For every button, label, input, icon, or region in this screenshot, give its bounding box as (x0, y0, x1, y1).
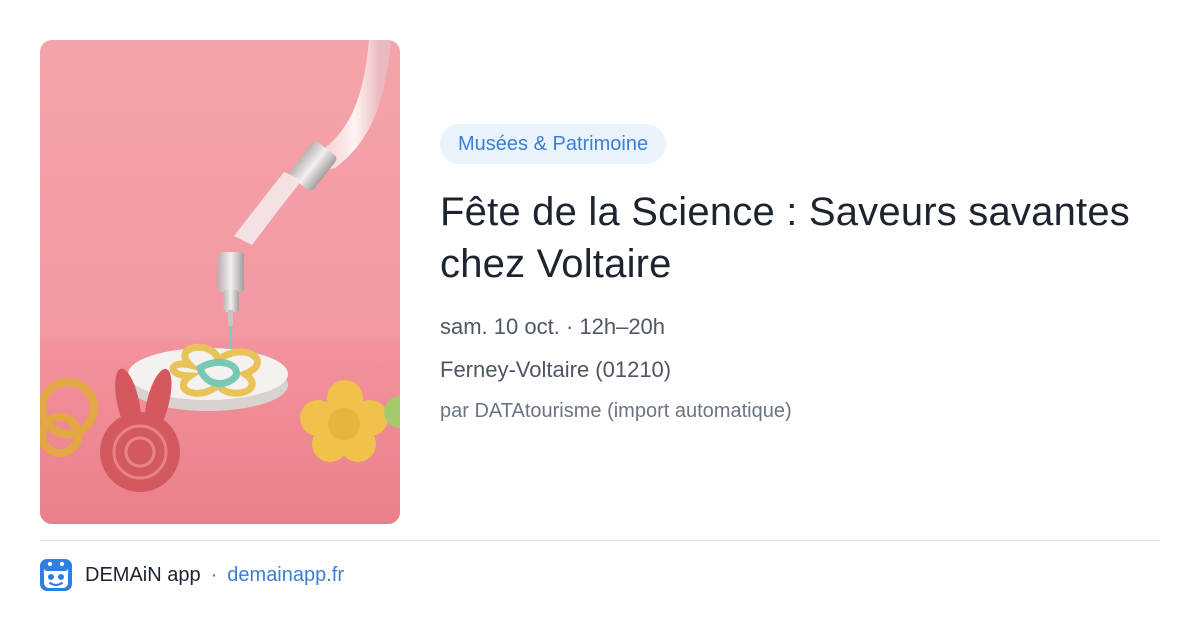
event-card[interactable]: Musées & Patrimoine Fête de la Science :… (0, 0, 1200, 630)
footer: DEMAiN app · demainapp.fr (40, 559, 344, 591)
event-image (40, 40, 400, 524)
app-url-link[interactable]: demainapp.fr (227, 564, 344, 587)
app-name: DEMAiN app (85, 563, 201, 586)
footer-separator: · (210, 563, 218, 586)
event-datetime: sam. 10 oct. · 12h–20h (440, 314, 666, 339)
event-location: Ferney-Voltaire (01210) (440, 357, 672, 382)
footer-divider (40, 540, 1160, 541)
event-details: Musées & Patrimoine Fête de la Science :… (440, 124, 1160, 425)
app-logo-icon (40, 559, 72, 591)
event-title[interactable]: Fête de la Science : Saveurs savantes ch… (440, 186, 1160, 290)
event-source: par DATAtourisme (import automatique) (440, 400, 792, 422)
category-badge[interactable]: Musées & Patrimoine (440, 124, 667, 164)
